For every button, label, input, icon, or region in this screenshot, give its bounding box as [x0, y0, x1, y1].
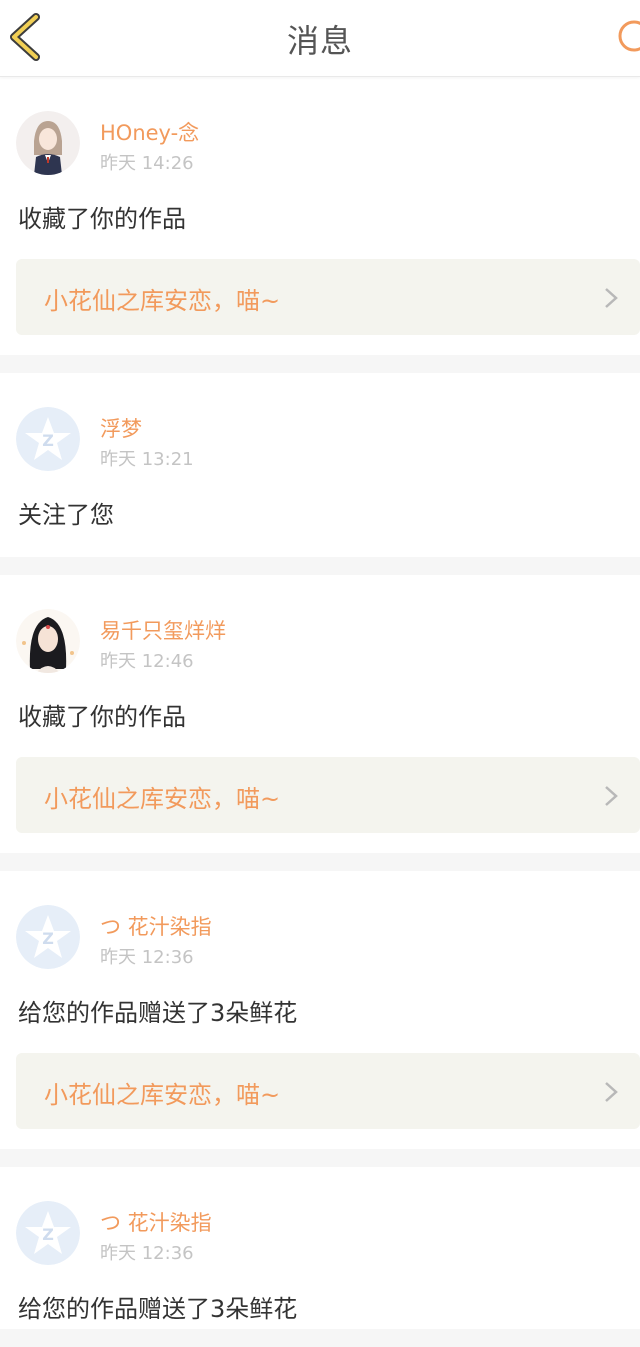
message-card: Z つ 花汁染指 昨天 12:36 给您的作品赠送了3朵鲜花: [0, 1167, 640, 1329]
message-card: 易千只玺烊烊 昨天 12:46 收藏了你的作品 小花仙之库安恋，喵~: [0, 575, 640, 853]
page-title: 消息: [286, 22, 353, 60]
work-title: 小花仙之库安恋，喵~: [44, 287, 281, 315]
username[interactable]: HOney-念: [100, 117, 199, 147]
timestamp: 昨天 12:46: [100, 651, 194, 672]
work-link[interactable]: 小花仙之库安恋，喵~: [16, 259, 640, 335]
username[interactable]: つ 花汁染指: [100, 1207, 212, 1237]
action-text: 给您的作品赠送了3朵鲜花: [18, 1295, 298, 1323]
timestamp: 昨天 12:36: [100, 1243, 194, 1264]
refresh-icon: [618, 20, 640, 52]
avatar[interactable]: Z: [16, 407, 80, 471]
action-text: 收藏了你的作品: [18, 205, 186, 233]
avatar[interactable]: Z: [16, 1201, 80, 1265]
avatar[interactable]: [16, 111, 80, 175]
timestamp: 昨天 12:36: [100, 947, 194, 968]
work-title: 小花仙之库安恋，喵~: [44, 1081, 281, 1109]
avatar[interactable]: [16, 609, 80, 673]
default-qzone-avatar-icon: Z: [16, 407, 80, 471]
action-text: 关注了您: [18, 501, 114, 529]
default-qzone-avatar-icon: Z: [16, 905, 80, 969]
svg-text:Z: Z: [42, 929, 54, 948]
refresh-button[interactable]: [614, 18, 640, 54]
message-card: HOney-念 昨天 14:26 收藏了你的作品 小花仙之库安恋，喵~: [0, 77, 640, 355]
chevron-right-icon: [605, 1082, 618, 1102]
work-link[interactable]: 小花仙之库安恋，喵~: [16, 1053, 640, 1129]
username[interactable]: 易千只玺烊烊: [100, 615, 226, 645]
top-bar: 消息: [0, 0, 640, 77]
work-title: 小花仙之库安恋，喵~: [44, 785, 281, 813]
ancient-girl-avatar-icon: [16, 609, 80, 673]
svg-text:Z: Z: [42, 1225, 54, 1244]
timestamp: 昨天 13:21: [100, 449, 194, 470]
avatar[interactable]: Z: [16, 905, 80, 969]
message-card: Z つ 花汁染指 昨天 12:36 给您的作品赠送了3朵鲜花 小花仙之库安恋，喵…: [0, 871, 640, 1149]
anime-girl-avatar-icon: [16, 111, 80, 175]
timestamp: 昨天 14:26: [100, 153, 194, 174]
username[interactable]: つ 花汁染指: [100, 911, 212, 941]
action-text: 收藏了你的作品: [18, 703, 186, 731]
message-list: HOney-念 昨天 14:26 收藏了你的作品 小花仙之库安恋，喵~ Z 浮梦…: [0, 77, 640, 1347]
chevron-right-icon: [605, 786, 618, 806]
message-card: Z 浮梦 昨天 13:21 关注了您: [0, 373, 640, 557]
action-text: 给您的作品赠送了3朵鲜花: [18, 999, 298, 1027]
svg-text:Z: Z: [42, 431, 54, 450]
username[interactable]: 浮梦: [100, 413, 142, 443]
work-link[interactable]: 小花仙之库安恋，喵~: [16, 757, 640, 833]
default-qzone-avatar-icon: Z: [16, 1201, 80, 1265]
chevron-right-icon: [605, 288, 618, 308]
